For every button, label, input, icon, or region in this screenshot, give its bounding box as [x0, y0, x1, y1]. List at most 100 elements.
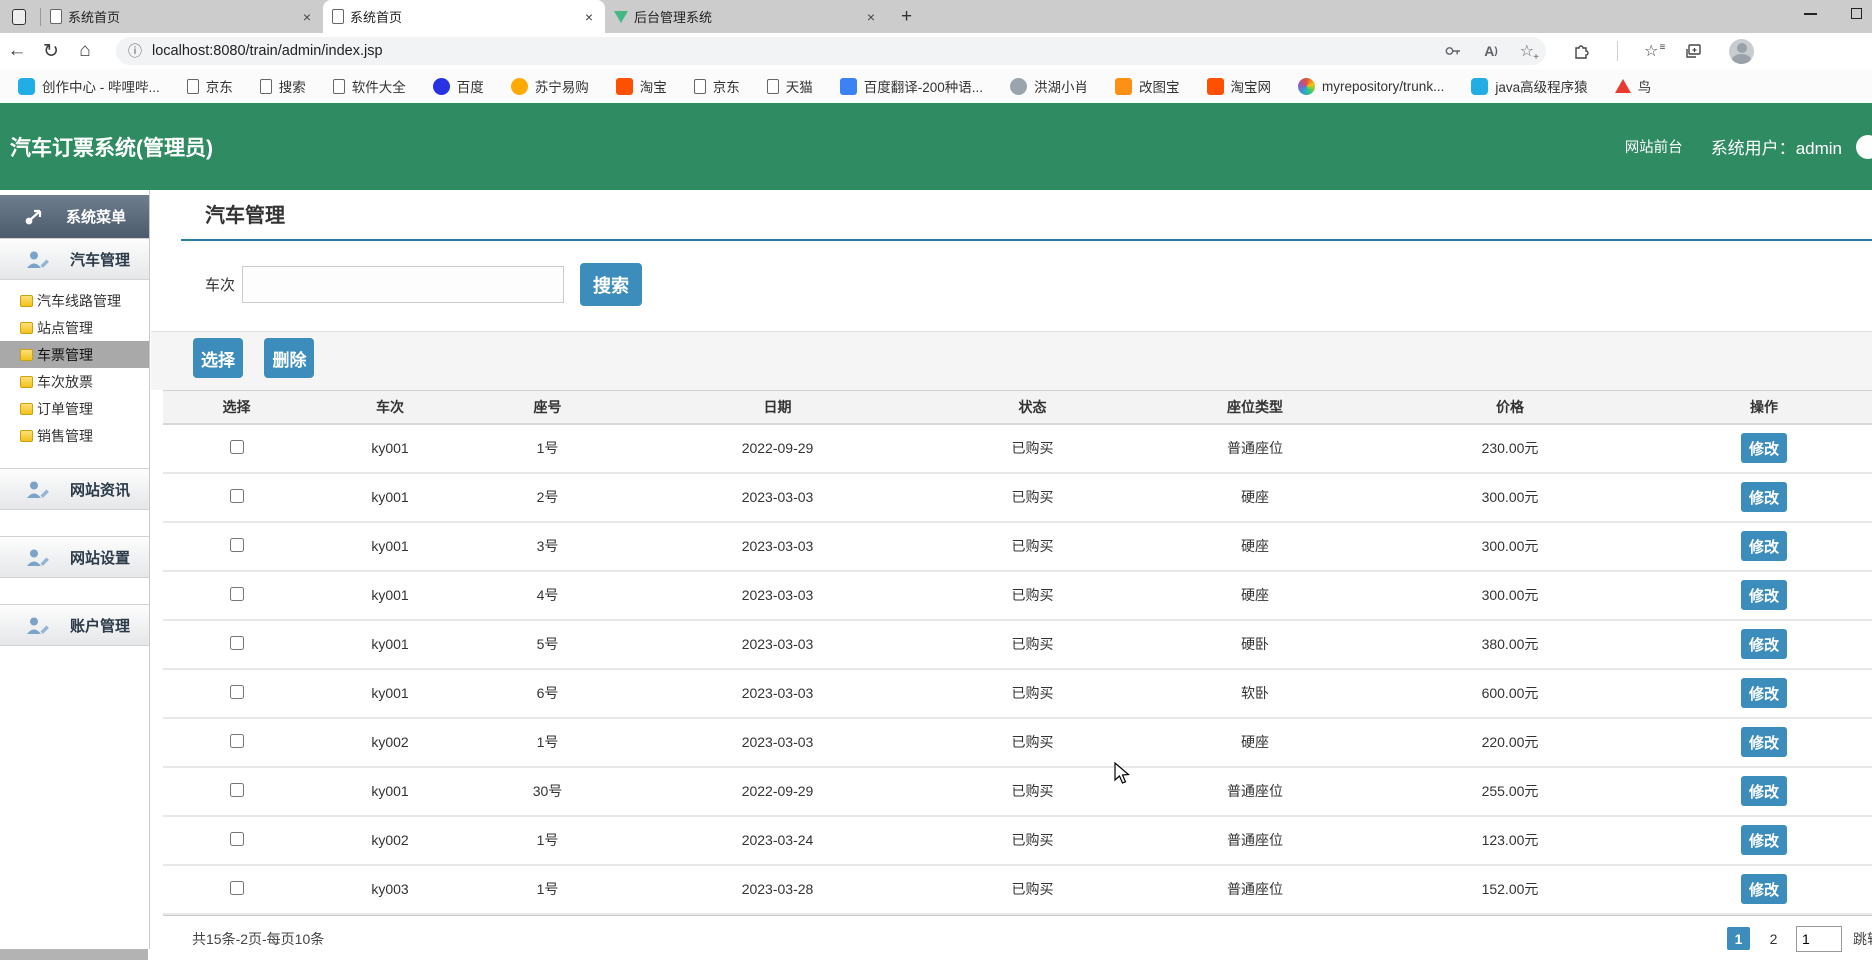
edit-button[interactable]: 修改	[1741, 580, 1787, 610]
delete-button[interactable]: 删除	[264, 338, 314, 378]
url-text[interactable]: localhost:8080/train/admin/index.jsp	[152, 43, 1422, 59]
edit-button[interactable]: 修改	[1741, 874, 1787, 904]
bookmark-item[interactable]: 百度翻译-200种语...	[840, 76, 983, 96]
row-checkbox[interactable]	[230, 489, 244, 503]
browser-tab[interactable]: 系统首页 ×	[323, 0, 605, 33]
column-header: 选择	[163, 391, 310, 424]
edit-button[interactable]: 修改	[1741, 433, 1787, 463]
home-icon[interactable]	[68, 40, 102, 62]
section-label: 网站设置	[70, 547, 130, 568]
row-checkbox[interactable]	[230, 538, 244, 552]
search-button[interactable]: 搜索	[580, 263, 642, 306]
cell-status: 已购买	[930, 865, 1135, 914]
sidebar-item[interactable]: 汽车线路管理	[0, 287, 149, 314]
edit-button[interactable]: 修改	[1741, 482, 1787, 512]
edit-button[interactable]: 修改	[1741, 776, 1787, 806]
minimize-icon[interactable]	[1804, 13, 1817, 15]
page-title: 汽车管理	[205, 199, 1872, 228]
cell-seat-no: 4号	[470, 571, 625, 620]
bookmark-item[interactable]: 洪湖小肖	[1010, 76, 1088, 96]
cell-status: 已购买	[930, 669, 1135, 718]
edit-button[interactable]: 修改	[1741, 727, 1787, 757]
bookmark-item[interactable]: 京东	[694, 76, 740, 96]
sidebar-section: 网站设置	[0, 536, 149, 593]
bookmark-item[interactable]: 天猫	[767, 76, 813, 96]
back-icon[interactable]	[0, 40, 34, 62]
bookmark-item[interactable]: 创作中心 - 哔哩哔...	[18, 76, 160, 96]
row-checkbox[interactable]	[230, 783, 244, 797]
front-site-link[interactable]: 网站前台	[1625, 136, 1683, 157]
app-title: 汽车订票系统(管理员)	[10, 132, 213, 162]
cell-seat-no: 1号	[470, 424, 625, 473]
sidebar-section-header[interactable]: 汽车管理	[0, 238, 149, 280]
bookmark-item[interactable]: 淘宝网	[1207, 76, 1272, 96]
sidebar-item[interactable]: 销售管理	[0, 422, 149, 449]
refresh-icon[interactable]	[34, 40, 68, 63]
address-bar[interactable]: localhost:8080/train/admin/index.jsp A	[116, 37, 1546, 65]
bookmark-favicon-icon	[694, 79, 706, 94]
bookmark-item[interactable]: 京东	[187, 76, 233, 96]
sidebar-item[interactable]: 车票管理	[0, 341, 149, 368]
profile-avatar[interactable]	[1729, 39, 1754, 64]
row-checkbox[interactable]	[230, 587, 244, 601]
sidebar-section-header[interactable]: 网站资讯	[0, 468, 149, 510]
extensions-puzzle-icon[interactable]	[1572, 42, 1591, 61]
sidebar-section-header[interactable]: 网站设置	[0, 536, 149, 578]
bookmark-item[interactable]: 鸟	[1615, 76, 1652, 96]
bookmark-item[interactable]: myrepository/trunk...	[1298, 78, 1444, 95]
edit-button[interactable]: 修改	[1741, 825, 1787, 855]
site-info-icon[interactable]	[128, 41, 142, 61]
edit-button[interactable]: 修改	[1741, 531, 1787, 561]
row-checkbox[interactable]	[230, 832, 244, 846]
tab-close-icon[interactable]: ×	[300, 9, 314, 25]
sidebar-item[interactable]: 车次放票	[0, 368, 149, 395]
row-checkbox[interactable]	[230, 636, 244, 650]
table-row: ky001 3号 2023-03-03 已购买 硬座 300.00元 修改	[163, 522, 1872, 571]
bookmark-item[interactable]: java高级程序猿	[1471, 76, 1587, 96]
page-number[interactable]: 2	[1762, 927, 1785, 950]
bookmark-item[interactable]: 百度	[433, 76, 484, 96]
search-input[interactable]	[242, 266, 564, 303]
cell-action: 修改	[1645, 718, 1872, 767]
bookmark-item[interactable]: 淘宝	[616, 76, 667, 96]
bookmark-item[interactable]: 搜索	[260, 76, 306, 96]
workspace-icon[interactable]	[12, 9, 26, 25]
cell-train-no: ky001	[310, 767, 470, 816]
browser-tab[interactable]: 后台管理系统 ×	[605, 0, 887, 33]
edit-button[interactable]: 修改	[1741, 678, 1787, 708]
user-avatar-icon[interactable]	[1856, 135, 1872, 159]
sidebar-item[interactable]: 站点管理	[0, 314, 149, 341]
tab-close-icon[interactable]: ×	[864, 9, 878, 25]
add-favorite-star-icon[interactable]	[1520, 41, 1534, 61]
bookmark-item[interactable]: 苏宁易购	[511, 76, 589, 96]
new-tab-button[interactable]: +	[901, 6, 912, 28]
cell-train-no: ky001	[310, 571, 470, 620]
row-checkbox[interactable]	[230, 734, 244, 748]
cell-date: 2023-03-24	[625, 816, 930, 865]
sidebar-section-header[interactable]: 账户管理	[0, 604, 149, 646]
restore-icon[interactable]	[1851, 8, 1862, 19]
edit-button[interactable]: 修改	[1741, 629, 1787, 659]
browser-tab[interactable]: 系统首页 ×	[41, 0, 323, 33]
page-number[interactable]: 1	[1727, 927, 1750, 950]
folder-icon	[20, 376, 33, 388]
password-key-icon[interactable]	[1444, 42, 1462, 60]
cell-select	[163, 767, 310, 816]
bookmark-favicon-icon	[1115, 78, 1132, 95]
collections-icon[interactable]	[1684, 42, 1703, 61]
sidebar-item[interactable]: 订单管理	[0, 395, 149, 422]
table-command-bar: 选择 删除	[151, 331, 1872, 390]
horizontal-scrollbar-thumb[interactable]	[0, 949, 148, 960]
bookmark-item[interactable]: 改图宝	[1115, 76, 1180, 96]
row-checkbox[interactable]	[230, 685, 244, 699]
read-aloud-icon[interactable]: A	[1484, 43, 1497, 59]
bookmark-item[interactable]: 软件大全	[333, 76, 406, 96]
favorites-hub-icon[interactable]	[1644, 41, 1658, 61]
tab-close-icon[interactable]: ×	[582, 9, 596, 25]
row-checkbox[interactable]	[230, 881, 244, 895]
jump-page-input[interactable]	[1796, 926, 1842, 952]
select-button[interactable]: 选择	[193, 338, 243, 378]
sidebar: 系统菜单 汽车管理 汽车线路管理 站点管理	[0, 190, 150, 949]
row-checkbox[interactable]	[230, 440, 244, 454]
section-label: 账户管理	[70, 615, 130, 636]
